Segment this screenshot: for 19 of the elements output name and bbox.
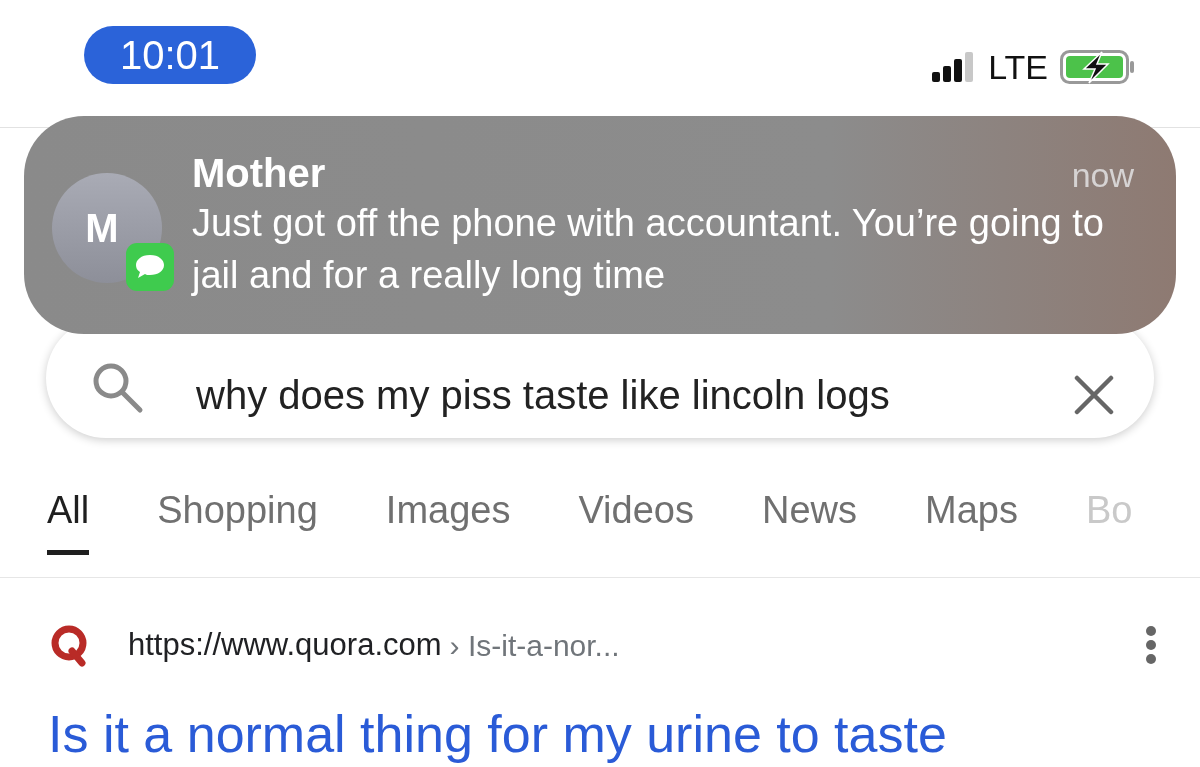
network-label: LTE — [988, 50, 1048, 84]
tab[interactable]: Shopping — [157, 478, 318, 555]
search-query: why does my piss taste like lincoln logs — [196, 372, 891, 419]
notification-banner[interactable]: M Mother now Just got off the phone with accountant. You’re going to jail and for a really long time — [24, 116, 1176, 334]
message-text: Just got off the phone with accountant. You’re going to jail and for a really long time — [192, 201, 1105, 298]
result-path: › Is-it-a-nor... — [449, 627, 620, 664]
messages-app-icon — [126, 243, 174, 291]
more-options-icon[interactable] — [1144, 625, 1158, 666]
result-url[interactable]: https://www.quora.com — [128, 622, 442, 669]
tab[interactable]: Maps — [925, 478, 1018, 555]
tab[interactable]: Images — [385, 478, 511, 555]
sender-name: Mother — [192, 150, 326, 197]
close-icon[interactable] — [1074, 375, 1114, 415]
tab[interactable]: All — [47, 478, 90, 555]
result-title-link[interactable]: Is it a normal thing for my urine to taste — [48, 704, 947, 764]
tab[interactable]: News — [761, 478, 857, 555]
time-pill: 10:01 — [84, 26, 257, 84]
notification-time: now — [1071, 155, 1134, 196]
tab[interactable]: Videos — [578, 478, 694, 555]
